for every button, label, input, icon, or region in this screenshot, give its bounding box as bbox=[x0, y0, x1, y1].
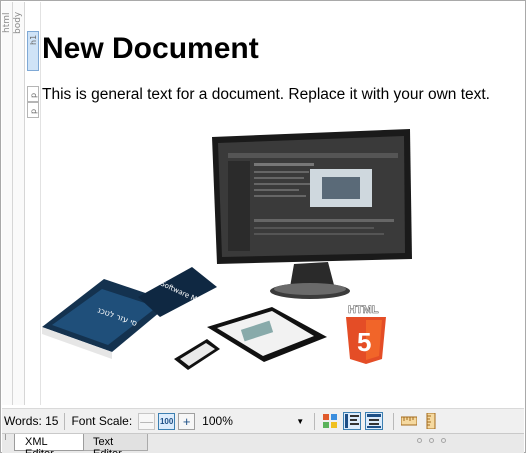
zoom-value: 100% bbox=[202, 414, 233, 428]
font-scale-label: Font Scale: bbox=[71, 414, 133, 428]
monitor-illustration bbox=[212, 129, 412, 299]
tab-xml-editor[interactable]: XML Editor bbox=[14, 434, 84, 453]
toolbar-separator bbox=[64, 412, 66, 430]
horizontal-ruler-icon[interactable] bbox=[400, 412, 418, 430]
show-blocks-icon[interactable] bbox=[365, 412, 384, 430]
document-canvas[interactable]: New Document This is general text for a … bbox=[42, 2, 524, 405]
toolbar-separator bbox=[314, 412, 316, 430]
tag-marker-p[interactable]: p bbox=[27, 86, 39, 102]
document-title[interactable]: New Document bbox=[42, 32, 259, 66]
books-illustration: סי עזר לטכנ Software Manual bbox=[42, 267, 217, 359]
font-scale-decrease-button[interactable]: — bbox=[138, 412, 156, 430]
tablet-illustration bbox=[207, 307, 327, 362]
document-paragraph[interactable]: This is general text for a document. Rep… bbox=[42, 86, 490, 104]
tag-p-label: p bbox=[29, 108, 38, 114]
tag-marker-h1[interactable]: h1 bbox=[27, 31, 39, 71]
grip-dot bbox=[417, 438, 422, 443]
zoom-dropdown[interactable]: 100% ▼ bbox=[198, 414, 308, 428]
editor-tab-bar: Text Editor XML Editor bbox=[2, 433, 524, 453]
tab-bar-corner bbox=[5, 434, 11, 440]
color-grid-icon[interactable] bbox=[321, 412, 339, 430]
font-scale-reset-button[interactable]: 100 bbox=[158, 412, 176, 430]
grip-dot bbox=[441, 438, 446, 443]
svg-text:HTML: HTML bbox=[348, 304, 379, 316]
toolbar-separator bbox=[393, 412, 395, 430]
product-image[interactable]: סי עזר לטכנ Software Manual HTML 5 bbox=[42, 127, 422, 377]
tag-h1-label: h1 bbox=[29, 34, 38, 46]
structure-gutter-html[interactable]: html bbox=[2, 2, 13, 405]
editor-window: html body h1 p p New Document This is ge… bbox=[0, 0, 526, 453]
show-tags-icon[interactable] bbox=[343, 412, 362, 430]
gutter-body-label: body bbox=[13, 11, 23, 35]
vertical-ruler-icon[interactable] bbox=[422, 412, 440, 430]
svg-text:5: 5 bbox=[357, 327, 371, 357]
word-count: Words: 15 bbox=[4, 414, 59, 428]
structure-gutter-body[interactable]: body bbox=[13, 2, 25, 405]
tag-p-label: p bbox=[29, 92, 38, 98]
gutter-html-label: html bbox=[2, 12, 12, 34]
grip-dot bbox=[429, 438, 434, 443]
structure-gutter-tags: h1 p p bbox=[25, 2, 41, 405]
tab-text-editor[interactable]: Text Editor bbox=[82, 434, 148, 453]
resize-grip[interactable] bbox=[417, 438, 446, 443]
status-toolbar: Words: 15 Font Scale: — 100 + 100% ▼ bbox=[2, 408, 524, 433]
tag-marker-p-image[interactable]: p bbox=[27, 102, 39, 118]
chevron-down-icon: ▼ bbox=[296, 416, 305, 426]
html5-logo: HTML 5 bbox=[346, 304, 386, 364]
font-scale-increase-button[interactable]: + bbox=[178, 412, 196, 430]
phone-illustration bbox=[174, 339, 220, 370]
